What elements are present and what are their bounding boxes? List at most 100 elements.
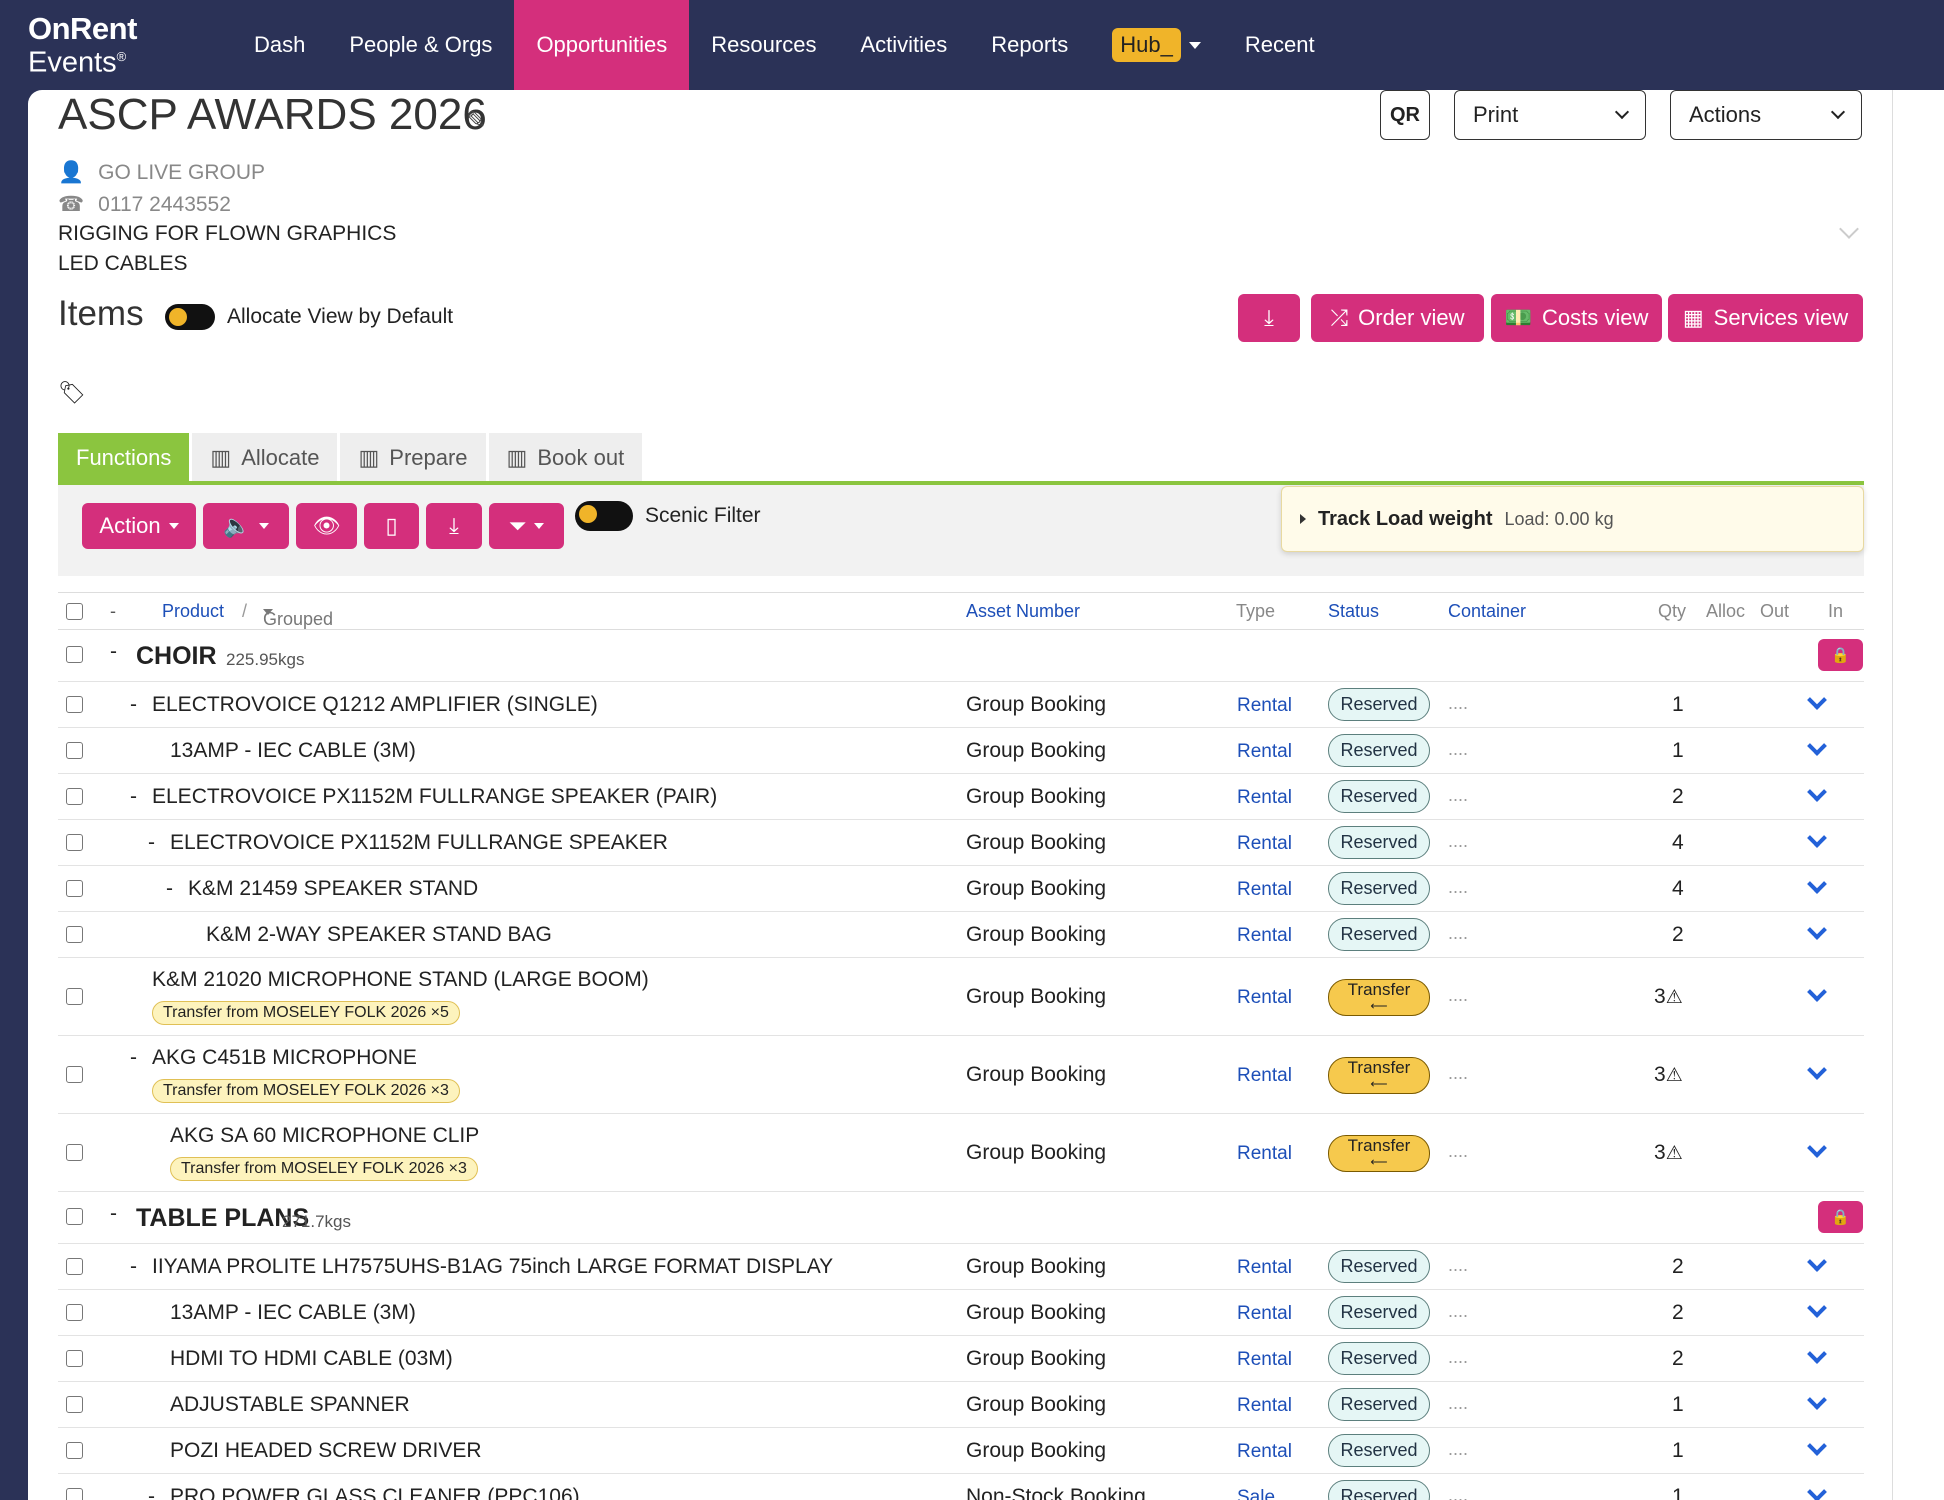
- allocate-toggle[interactable]: [165, 304, 215, 330]
- item-type[interactable]: Rental: [1237, 787, 1292, 809]
- expand-row-chevron-icon[interactable]: [1807, 1060, 1827, 1080]
- expand-row-chevron-icon[interactable]: [1807, 982, 1827, 1002]
- col-status[interactable]: Status: [1328, 601, 1379, 622]
- table-row[interactable]: - PRO POWER GLASS CLEANER (PPC106) Non-Sto…: [58, 1474, 1864, 1500]
- status-badge[interactable]: Reserved: [1328, 1296, 1430, 1329]
- table-row[interactable]: 13AMP - IEC CABLE (3M) Group Booking Rent…: [58, 1290, 1864, 1336]
- container-placeholder[interactable]: ....: [1448, 1141, 1468, 1162]
- product-name[interactable]: AKG C451B MICROPHONE: [152, 1046, 417, 1070]
- expand-row-chevron-icon[interactable]: [1807, 1482, 1827, 1500]
- nav-recent[interactable]: Recent: [1223, 0, 1337, 90]
- row-checkbox[interactable]: [66, 1066, 83, 1083]
- table-row[interactable]: K&M 2-WAY SPEAKER STAND BAG Group Booking…: [58, 912, 1864, 958]
- status-badge[interactable]: Reserved: [1328, 1388, 1430, 1421]
- expand-row-chevron-icon[interactable]: [1807, 1436, 1827, 1456]
- container-placeholder[interactable]: ....: [1448, 1439, 1468, 1460]
- table-row[interactable]: POZI HEADED SCREW DRIVER Group Booking Re…: [58, 1428, 1864, 1474]
- item-type[interactable]: Rental: [1237, 1303, 1292, 1325]
- row-collapse-toggle[interactable]: -: [148, 831, 155, 855]
- action-dropdown-button[interactable]: Action: [82, 503, 196, 549]
- row-checkbox[interactable]: [66, 988, 83, 1005]
- item-type[interactable]: Rental: [1237, 1143, 1292, 1165]
- container-placeholder[interactable]: ....: [1448, 785, 1468, 806]
- container-placeholder[interactable]: ....: [1448, 1485, 1468, 1500]
- expand-row-chevron-icon[interactable]: [1807, 1252, 1827, 1272]
- row-collapse-toggle[interactable]: -: [130, 1255, 137, 1279]
- product-name[interactable]: ADJUSTABLE SPANNER: [170, 1393, 410, 1417]
- filter-dropdown-button[interactable]: ⏷: [489, 503, 564, 549]
- col-product[interactable]: Product: [162, 601, 224, 622]
- download-button[interactable]: ⤓: [1238, 294, 1300, 342]
- table-row[interactable]: - ELECTROVOICE Q1212 AMPLIFIER (SINGLE) Gr…: [58, 682, 1864, 728]
- item-type[interactable]: Sale: [1237, 1487, 1275, 1500]
- expand-row-chevron-icon[interactable]: [1807, 1344, 1827, 1364]
- product-name[interactable]: K&M 21020 MICROPHONE STAND (LARGE BOOM): [152, 968, 649, 992]
- expand-row-chevron-icon[interactable]: [1807, 1298, 1827, 1318]
- container-placeholder[interactable]: ....: [1448, 1301, 1468, 1322]
- row-collapse-toggle[interactable]: -: [130, 693, 137, 717]
- row-checkbox[interactable]: [66, 1350, 83, 1367]
- status-badge[interactable]: Reserved: [1328, 734, 1430, 767]
- status-badge[interactable]: Reserved: [1328, 688, 1430, 721]
- expand-row-chevron-icon[interactable]: [1807, 782, 1827, 802]
- nav-resources[interactable]: Resources: [689, 0, 838, 90]
- product-name[interactable]: HDMI TO HDMI CABLE (03M): [170, 1347, 453, 1371]
- onrent-logo[interactable]: OnRent Events®: [28, 13, 137, 78]
- nav-opportunities[interactable]: Opportunities: [514, 0, 690, 90]
- status-badge[interactable]: Transfer ⟵: [1328, 979, 1430, 1016]
- row-checkbox[interactable]: [66, 1304, 83, 1321]
- expand-row-chevron-icon[interactable]: [1807, 1390, 1827, 1410]
- container-placeholder[interactable]: ....: [1448, 1063, 1468, 1084]
- item-type[interactable]: Rental: [1237, 833, 1292, 855]
- qr-button[interactable]: QR: [1380, 90, 1430, 140]
- status-badge[interactable]: Reserved: [1328, 1342, 1430, 1375]
- pencil-icon[interactable]: ✎: [466, 106, 486, 135]
- phone-number[interactable]: 0117 2443552: [98, 193, 231, 217]
- container-placeholder[interactable]: ....: [1448, 1255, 1468, 1276]
- nav-people-orgs[interactable]: People & Orgs: [327, 0, 514, 90]
- group-checkbox[interactable]: [66, 646, 83, 663]
- item-type[interactable]: Rental: [1237, 1349, 1292, 1371]
- item-type[interactable]: Rental: [1237, 925, 1292, 947]
- tag-icon[interactable]: 🏷: [58, 380, 86, 406]
- status-badge[interactable]: Reserved: [1328, 1480, 1430, 1500]
- tab-prepare[interactable]: ▥ Prepare: [340, 433, 486, 482]
- tab-functions[interactable]: Functions: [58, 433, 190, 482]
- product-name[interactable]: K&M 21459 SPEAKER STAND: [188, 877, 478, 901]
- tab-book-out[interactable]: ▥ Book out: [488, 433, 643, 482]
- expand-row-chevron-icon[interactable]: [1807, 920, 1827, 940]
- status-badge[interactable]: Reserved: [1328, 1434, 1430, 1467]
- item-type[interactable]: Rental: [1237, 1257, 1292, 1279]
- col-container[interactable]: Container: [1448, 601, 1526, 622]
- table-row[interactable]: AKG SA 60 MICROPHONE CLIP Transfer from M…: [58, 1114, 1864, 1192]
- expand-chevron-icon[interactable]: [1839, 219, 1859, 239]
- order-view-button[interactable]: ⤮ Order view: [1311, 294, 1484, 342]
- group-lock-button[interactable]: 🔒: [1818, 639, 1863, 671]
- expand-row-chevron-icon[interactable]: [1807, 690, 1827, 710]
- item-type[interactable]: Rental: [1237, 1065, 1292, 1087]
- item-type[interactable]: Rental: [1237, 1395, 1292, 1417]
- row-collapse-toggle[interactable]: -: [148, 1485, 155, 1500]
- product-name[interactable]: IIYAMA PROLITE LH7575UHS-B1AG 75inch LAR…: [152, 1255, 833, 1279]
- select-all-checkbox[interactable]: [66, 603, 83, 620]
- row-collapse-toggle[interactable]: -: [166, 877, 173, 901]
- scenic-filter-toggle[interactable]: [575, 501, 633, 531]
- container-placeholder[interactable]: ....: [1448, 831, 1468, 852]
- status-badge[interactable]: Reserved: [1328, 872, 1430, 905]
- row-collapse-toggle[interactable]: -: [130, 785, 137, 809]
- status-badge[interactable]: Reserved: [1328, 1250, 1430, 1283]
- expand-row-chevron-icon[interactable]: [1807, 1138, 1827, 1158]
- product-name[interactable]: PRO POWER GLASS CLEANER (PPC106): [170, 1485, 580, 1500]
- mobile-button[interactable]: ▯: [364, 503, 419, 549]
- row-checkbox[interactable]: [66, 880, 83, 897]
- row-checkbox[interactable]: [66, 926, 83, 943]
- sound-dropdown-button[interactable]: 🔈: [203, 503, 289, 549]
- collapse-all-toggle[interactable]: -: [110, 601, 116, 622]
- container-placeholder[interactable]: ....: [1448, 923, 1468, 944]
- item-type[interactable]: Rental: [1237, 987, 1292, 1009]
- print-dropdown[interactable]: Print: [1454, 90, 1646, 140]
- container-placeholder[interactable]: ....: [1448, 1347, 1468, 1368]
- product-name[interactable]: POZI HEADED SCREW DRIVER: [170, 1439, 482, 1463]
- product-name[interactable]: ELECTROVOICE PX1152M FULLRANGE SPEAKER (…: [152, 785, 717, 809]
- table-row[interactable]: 13AMP - IEC CABLE (3M) Group Booking Rent…: [58, 728, 1864, 774]
